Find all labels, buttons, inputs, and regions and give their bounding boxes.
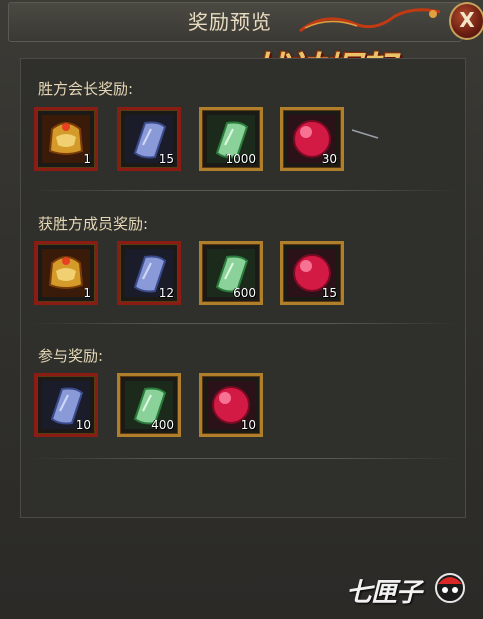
reward-slot[interactable]: 12 <box>117 241 181 305</box>
reward-slot[interactable]: 15 <box>280 241 344 305</box>
reward-slot[interactable]: 400 <box>117 373 181 437</box>
reward-slot[interactable]: 15 <box>117 107 181 171</box>
item-quantity: 12 <box>158 286 174 300</box>
section-divider <box>30 190 460 191</box>
item-quantity: 15 <box>321 286 337 300</box>
item-quantity: 30 <box>321 152 337 166</box>
section-label-participation: 参与奖励: <box>38 347 104 365</box>
dragon-ornament-icon <box>299 8 441 33</box>
reward-slot[interactable]: 30 <box>280 107 344 171</box>
section-label-members: 获胜方成员奖励: <box>38 215 149 233</box>
item-quantity: 600 <box>233 286 256 300</box>
item-quantity: 400 <box>151 418 174 432</box>
section-divider <box>30 458 460 459</box>
item-quantity: 1 <box>83 152 91 166</box>
section-divider <box>30 323 460 324</box>
item-quantity: 1000 <box>225 152 256 166</box>
sparkle-icon <box>351 129 379 139</box>
item-quantity: 10 <box>75 418 91 432</box>
watermark-mascot-icon <box>435 573 465 603</box>
site-watermark: 七匣子 <box>346 578 422 608</box>
reward-slot[interactable]: 1 <box>34 241 98 305</box>
reward-slot[interactable]: 1 <box>34 107 98 171</box>
reward-slot[interactable]: 600 <box>199 241 263 305</box>
reward-slot[interactable]: 10 <box>34 373 98 437</box>
reward-slot[interactable]: 1000 <box>199 107 263 171</box>
close-button[interactable]: X <box>449 2 483 40</box>
item-quantity: 1 <box>83 286 91 300</box>
item-quantity: 15 <box>158 152 174 166</box>
section-label-leader: 胜方会长奖励: <box>38 80 134 98</box>
item-quantity: 10 <box>240 418 256 432</box>
reward-slot[interactable]: 10 <box>199 373 263 437</box>
